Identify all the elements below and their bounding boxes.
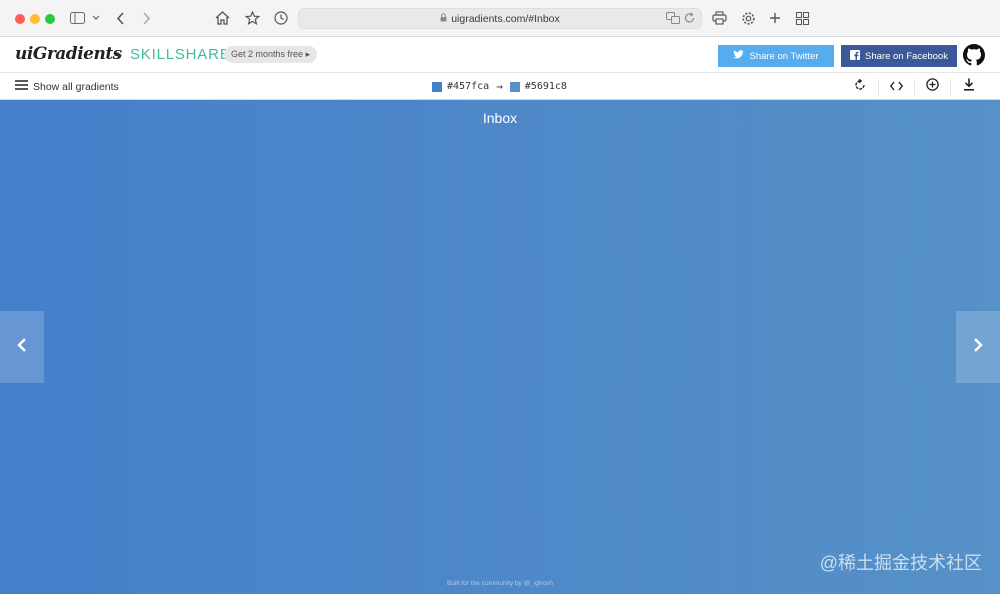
gradient-colors: #457fca → #5691c8 <box>432 80 567 93</box>
add-gradient-button[interactable] <box>914 78 950 96</box>
credit-text: Built for the community by @_ighosh <box>447 580 553 587</box>
rotate-icon <box>854 78 866 96</box>
download-button[interactable] <box>950 78 986 96</box>
share-facebook-button[interactable]: Share on Facebook <box>841 45 957 67</box>
gear-icon[interactable] <box>741 9 756 27</box>
zoom-window-button[interactable] <box>45 14 55 24</box>
plus-circle-icon <box>926 78 939 96</box>
browser-toolbar: uigradients.com/#Inbox <box>0 0 1000 37</box>
promo-badge[interactable]: Get 2 months free ▸ <box>224 46 318 63</box>
star-icon[interactable] <box>245 9 260 27</box>
color-code-to[interactable]: #5691c8 <box>525 81 567 92</box>
address-bar[interactable]: uigradients.com/#Inbox <box>298 8 702 29</box>
gradient-display: Inbox Built for the community by @_ighos… <box>0 100 1000 594</box>
history-icon[interactable] <box>274 9 288 27</box>
arrow-right-icon: → <box>496 80 503 93</box>
chevron-down-icon[interactable] <box>92 9 100 27</box>
tab-overview-icon[interactable] <box>796 9 809 27</box>
promo-label: Get 2 months free <box>231 49 304 59</box>
back-icon[interactable] <box>116 9 125 27</box>
hamburger-icon <box>15 80 28 93</box>
get-css-button[interactable] <box>878 79 914 95</box>
skillshare-logo[interactable]: SKILLSHARE <box>130 46 231 63</box>
translate-icon[interactable] <box>666 12 680 27</box>
new-tab-icon[interactable] <box>769 9 781 27</box>
lock-icon <box>440 12 447 25</box>
home-icon[interactable] <box>215 9 230 27</box>
color-swatch-from <box>432 81 442 92</box>
gradient-toolbar: Show all gradients #457fca → #5691c8 <box>0 73 1000 100</box>
share-facebook-label: Share on Facebook <box>865 50 948 62</box>
share-twitter-button[interactable]: Share on Twitter <box>718 45 834 67</box>
show-all-gradients-button[interactable]: Show all gradients <box>15 80 119 93</box>
close-window-button[interactable] <box>15 14 25 24</box>
chevron-right-icon <box>972 337 984 358</box>
url-text: uigradients.com/#Inbox <box>451 12 560 25</box>
caret-right-icon: ▸ <box>305 49 311 59</box>
color-swatch-to <box>509 81 520 92</box>
forward-icon[interactable] <box>142 9 151 27</box>
share-twitter-label: Share on Twitter <box>749 50 819 62</box>
plus-sign: + <box>114 47 123 63</box>
github-icon[interactable] <box>963 44 985 71</box>
site-header: uiGradients + SKILLSHARE Get 2 months fr… <box>0 37 1000 73</box>
twitter-icon <box>733 50 744 62</box>
rotate-gradient-button[interactable] <box>842 78 878 96</box>
gradient-name: Inbox <box>482 110 518 126</box>
chevron-left-icon <box>16 337 28 358</box>
show-all-label: Show all gradients <box>33 80 119 93</box>
download-icon <box>963 78 975 96</box>
next-gradient-button[interactable] <box>956 311 1000 383</box>
print-icon[interactable] <box>712 9 727 27</box>
site-logo[interactable]: uiGradients <box>15 44 122 64</box>
color-code-from[interactable]: #457fca <box>447 81 489 92</box>
code-icon <box>889 78 904 96</box>
previous-gradient-button[interactable] <box>0 311 44 383</box>
minimize-window-button[interactable] <box>30 14 40 24</box>
sidebar-toggle-icon[interactable] <box>70 9 85 27</box>
reload-icon[interactable] <box>684 12 695 27</box>
facebook-icon <box>850 49 861 63</box>
toolbar-actions <box>842 78 986 96</box>
watermark: @稀土掘金技术社区 <box>819 553 982 573</box>
